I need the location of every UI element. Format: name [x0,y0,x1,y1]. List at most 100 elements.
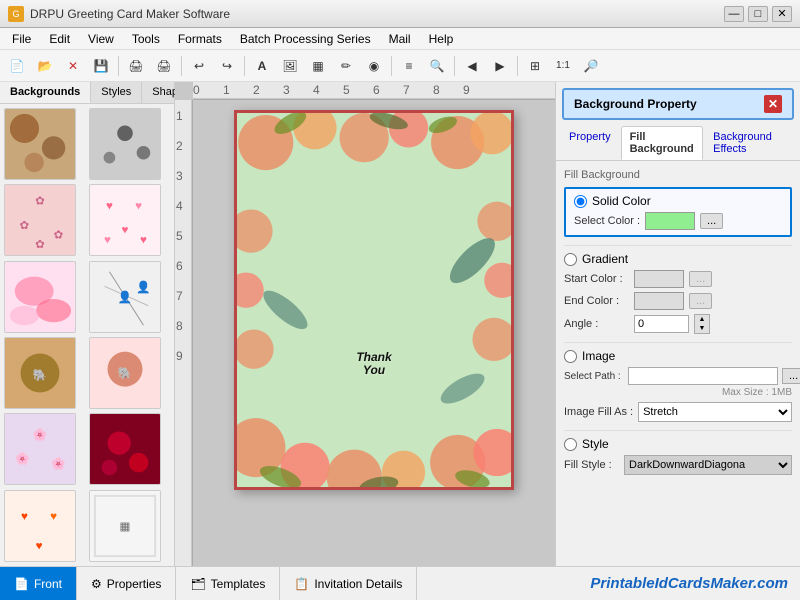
bg-thumbnail-6[interactable]: 👤 👤 [89,261,161,333]
save-button[interactable]: 💾 [88,54,114,78]
title-bar-controls: — □ ✕ [724,6,792,22]
print2-button[interactable]: 🖨 [151,54,177,78]
solid-color-radio[interactable] [574,195,587,208]
bg-thumbnail-11[interactable]: ♥ ♥ ♥ [4,490,76,562]
tab-invitation-details[interactable]: 📋 Invitation Details [280,567,417,600]
redo-button[interactable]: ↪ [214,54,240,78]
image-fill-select[interactable]: Stretch Tile Center Fit [638,402,792,422]
panel-title: Background Property [574,97,697,111]
end-color-swatch[interactable] [634,292,684,310]
start-color-swatch[interactable] [634,270,684,288]
gradient-label[interactable]: Gradient [582,252,628,266]
main-container: Backgrounds Styles Shapes ✿ ✿ ✿ ✿ [0,82,800,566]
fill-style-select[interactable]: DarkDownwardDiagona Solid Horizontal Ver… [624,455,792,475]
svg-text:3: 3 [176,169,183,183]
end-color-button[interactable]: ... [689,293,712,309]
style-label[interactable]: Style [582,437,609,451]
svg-text:8: 8 [176,319,183,333]
bg-thumbnail-3[interactable]: ✿ ✿ ✿ ✿ [4,184,76,256]
style-radio[interactable] [564,438,577,451]
templates-label: Templates [211,577,266,591]
svg-text:✿: ✿ [35,195,45,208]
menu-file[interactable]: File [4,30,39,48]
bg-thumbnail-10[interactable] [89,413,161,485]
svg-text:♥: ♥ [36,539,43,552]
bg-thumbnail-7[interactable]: 🐘 [4,337,76,409]
menu-tools[interactable]: Tools [124,30,168,48]
tab-templates[interactable]: 🗂 Templates [176,567,280,600]
image-radio[interactable] [564,350,577,363]
menu-edit[interactable]: Edit [41,30,78,48]
bg-thumbnail-2[interactable] [89,108,161,180]
barcode-button[interactable]: ▦ [305,54,331,78]
bg-thumbnail-8[interactable]: 🐘 [89,337,161,409]
browse-button[interactable]: ... [782,368,800,384]
templates-icon: 🗂 [190,577,205,591]
tab-properties[interactable]: ⚙ Properties [77,567,176,600]
angle-up-button[interactable]: ▲ [695,315,709,324]
back-button[interactable]: ◀ [459,54,485,78]
menu-help[interactable]: Help [421,30,462,48]
color-swatch[interactable] [645,212,695,230]
image-button[interactable]: 🖼 [277,54,303,78]
angle-input[interactable] [634,315,689,333]
tab-fill-background[interactable]: Fill Background [621,126,704,160]
svg-text:5: 5 [343,83,350,97]
svg-text:♥: ♥ [135,200,142,213]
menu-mail[interactable]: Mail [381,30,419,48]
close-button[interactable]: ✕ [772,6,792,22]
svg-text:9: 9 [463,83,470,97]
solid-color-radio-row: Solid Color [574,194,782,208]
menu-formats[interactable]: Formats [170,30,230,48]
thumbnail-grid: ✿ ✿ ✿ ✿ ♥ ♥ ♥ ♥ ♥ [0,104,174,566]
forward-button[interactable]: ▶ [487,54,513,78]
bg-thumbnail-9[interactable]: 🌸 🌸 🌸 [4,413,76,485]
shape-button[interactable]: ◉ [361,54,387,78]
menu-view[interactable]: View [80,30,122,48]
new-button[interactable]: 📄 [4,54,30,78]
zoom-button[interactable]: 🔍 [424,54,450,78]
tab-styles[interactable]: Styles [91,82,142,103]
path-input[interactable] [628,367,778,385]
menu-batch[interactable]: Batch Processing Series [232,30,379,48]
undo-button[interactable]: ↩ [186,54,212,78]
select-color-label: Select Color : [574,215,640,227]
print-button[interactable]: 🖨 [123,54,149,78]
image-fill-as-label: Image Fill As : [564,406,633,418]
text-button[interactable]: A [249,54,275,78]
tab-front[interactable]: 📄 Front [0,567,77,600]
solid-color-label[interactable]: Solid Color [592,194,651,208]
tab-backgrounds[interactable]: Backgrounds [0,82,91,103]
maximize-button[interactable]: □ [748,6,768,22]
svg-text:2: 2 [176,139,183,153]
svg-text:👤: 👤 [118,290,133,304]
svg-text:♥: ♥ [104,234,111,247]
svg-text:✿: ✿ [54,229,64,242]
image-label[interactable]: Image [582,349,615,363]
zoom-in-button[interactable]: 🔎 [578,54,604,78]
draw-button[interactable]: ✏ [333,54,359,78]
image-radio-row: Image [564,349,792,363]
angle-down-button[interactable]: ▼ [695,324,709,333]
color-picker-button[interactable]: ... [700,213,723,229]
panel-close-button[interactable]: ✕ [764,95,782,113]
ruler-button[interactable]: 1:1 [550,54,576,78]
panel-content: Fill Background Solid Color Select Color… [556,161,800,566]
tab-bg-effects[interactable]: Background Effects [704,126,796,160]
ruler-top: 0 1 2 3 4 5 6 7 8 9 [193,82,555,100]
minimize-button[interactable]: — [724,6,744,22]
bg-thumbnail-12[interactable]: ▦ [89,490,161,562]
open-button[interactable]: 📂 [32,54,58,78]
grid-button[interactable]: ⊞ [522,54,548,78]
delete-button[interactable]: ✕ [60,54,86,78]
invitation-label: Invitation Details [314,577,402,591]
bg-thumbnail-1[interactable] [4,108,76,180]
max-size-label: Max Size : 1MB [564,387,792,398]
properties-icon: ⚙ [91,577,102,591]
bg-thumbnail-4[interactable]: ♥ ♥ ♥ ♥ ♥ [89,184,161,256]
start-color-button[interactable]: ... [689,271,712,287]
bg-thumbnail-5[interactable] [4,261,76,333]
align-button[interactable]: ≡ [396,54,422,78]
tab-property[interactable]: Property [560,126,620,160]
gradient-radio[interactable] [564,253,577,266]
